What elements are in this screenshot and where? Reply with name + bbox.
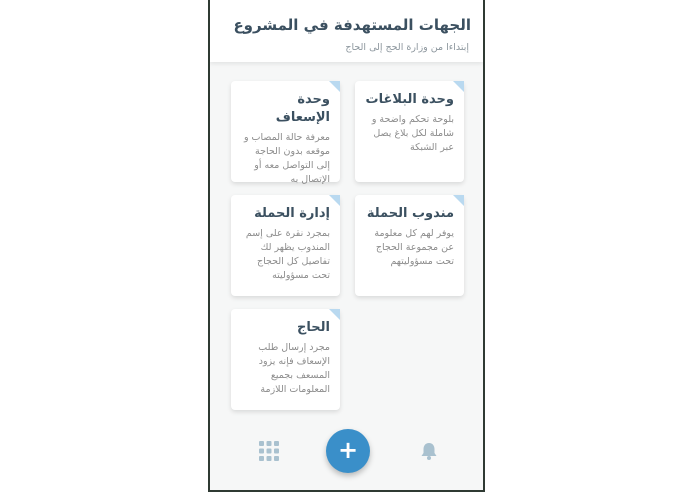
card-corner-fold xyxy=(329,195,340,206)
card-ambulance-unit[interactable]: وحدة الإسعاف معرفة حالة المصاب و موقعه ب… xyxy=(231,81,340,185)
card-corner-fold xyxy=(329,309,340,320)
card-description: بمجرد نقرة على إسم المندوب يظهر لك تفاصي… xyxy=(245,228,330,281)
card-title: مندوب الحملة xyxy=(366,206,454,221)
phone-screen: الجهات المستهدفة في المشروع إبتداءا من و… xyxy=(208,0,485,492)
card-description: مجرد إرسال طلب الإسعاف فإنه يزود المسعف … xyxy=(258,342,330,395)
card-title: وحدة الإسعاف xyxy=(275,92,330,125)
page-title: الجهات المستهدفة في المشروع xyxy=(233,16,471,34)
bell-icon[interactable] xyxy=(419,441,439,461)
card-title: وحدة البلاغات xyxy=(365,92,455,107)
add-button[interactable]: + xyxy=(326,429,370,473)
card-pilgrim[interactable]: الحاج مجرد إرسال طلب الإسعاف فإنه يزود ا… xyxy=(231,309,340,410)
card-description: بلوحة تحكم واضحة و شاملة لكل بلاغ يصل عب… xyxy=(371,114,454,153)
card-title: الحاج xyxy=(297,320,330,335)
card-reports-unit[interactable]: وحدة البلاغات بلوحة تحكم واضحة و شاملة ل… xyxy=(355,81,464,182)
card-corner-fold xyxy=(329,81,340,92)
card-corner-fold xyxy=(453,195,464,206)
page-header: الجهات المستهدفة في المشروع إبتداءا من و… xyxy=(210,0,483,62)
card-campaign-management[interactable]: إدارة الحملة بمجرد نقرة على إسم المندوب … xyxy=(231,195,340,296)
page-subtitle: إبتداءا من وزارة الحج إلى الحاج xyxy=(345,42,469,53)
grid-icon[interactable] xyxy=(259,441,279,461)
card-description: معرفة حالة المصاب و موقعه بدون الحاجة إل… xyxy=(243,132,330,185)
card-description: يوفر لهم كل معلومة عن مجموعة الحجاج تحت … xyxy=(374,228,454,267)
card-title: إدارة الحملة xyxy=(254,206,330,221)
card-campaign-representative[interactable]: مندوب الحملة يوفر لهم كل معلومة عن مجموع… xyxy=(355,195,464,296)
card-corner-fold xyxy=(453,81,464,92)
